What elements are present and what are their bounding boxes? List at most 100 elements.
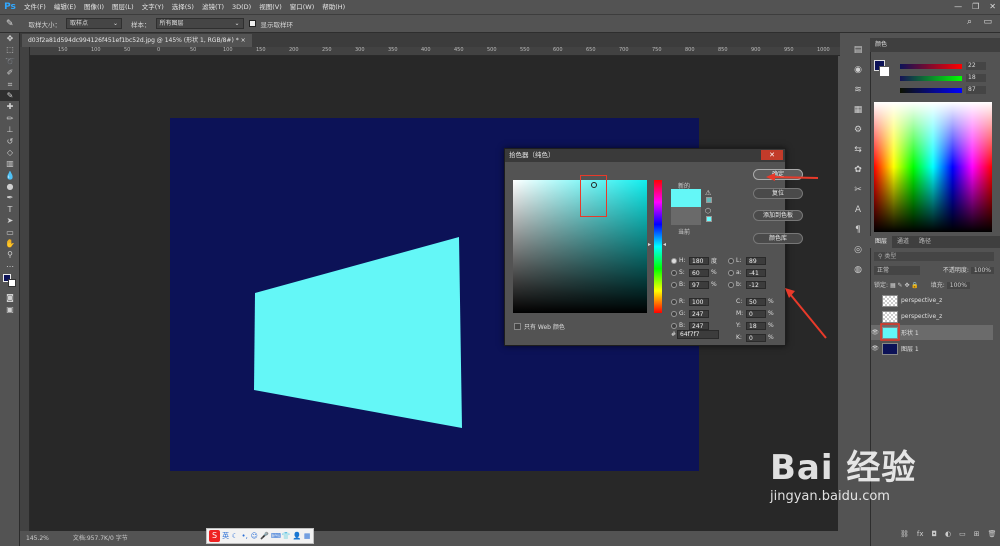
ruler-vertical[interactable] — [20, 47, 30, 532]
field-value[interactable]: 60 — [689, 268, 709, 277]
mic-icon[interactable]: 🎤 — [260, 532, 269, 540]
radio-button[interactable] — [671, 269, 677, 276]
styles-icon[interactable]: ⚙ — [848, 120, 868, 140]
swatches-icon[interactable]: ▦ — [848, 100, 868, 120]
field-value[interactable]: 247 — [689, 321, 709, 330]
layer-row[interactable]: perspective_z — [871, 293, 993, 308]
web-only-checkbox[interactable] — [514, 323, 521, 330]
timeline-icon[interactable]: ◍ — [848, 260, 868, 280]
document-tab[interactable]: d03f2a81d594dc994126f451ef1bc52d.jpg @ 1… — [22, 34, 252, 47]
adjustment-icon[interactable]: ◐ — [945, 530, 951, 538]
lock-icons[interactable]: ▦ ✎ ✥ 🔒 — [890, 282, 919, 289]
clone-source-icon[interactable]: ✂ — [848, 180, 868, 200]
marquee-tool-icon[interactable]: ⬚ — [0, 44, 20, 55]
blend-mode-select[interactable]: 正常 — [874, 266, 920, 275]
blue-slider[interactable] — [900, 88, 962, 93]
new-layer-icon[interactable]: ⊞ — [974, 530, 980, 538]
color-panel-tab[interactable]: 颜色 — [875, 38, 887, 52]
new-color-swatch[interactable] — [671, 189, 701, 207]
radio-button[interactable] — [671, 281, 677, 288]
sogou-logo-icon[interactable]: S — [209, 530, 221, 542]
brush-tool-icon[interactable]: ✏ — [0, 113, 20, 124]
eraser-tool-icon[interactable]: ◇ — [0, 147, 20, 158]
menu-item[interactable]: 文件(F) — [20, 0, 50, 14]
menu-item[interactable]: 图像(I) — [80, 0, 108, 14]
crop-tool-icon[interactable]: ⌗ — [0, 79, 20, 90]
blur-tool-icon[interactable]: 💧 — [0, 170, 20, 181]
punct-icon[interactable]: •, — [241, 532, 249, 540]
folder-icon[interactable]: ▭ — [959, 530, 966, 538]
hue-arrow-right-icon[interactable]: ◂ — [663, 241, 666, 248]
close-icon[interactable]: × — [241, 37, 246, 44]
path-select-icon[interactable]: ➤ — [0, 215, 20, 226]
menu-item[interactable]: 帮助(H) — [318, 0, 349, 14]
quick-mask-icon[interactable]: ◙ — [0, 292, 20, 303]
panel-background-swatch[interactable] — [879, 66, 890, 77]
show-ring-checkbox[interactable] — [248, 20, 256, 27]
3d-icon[interactable]: ◎ — [848, 240, 868, 260]
maximize-button[interactable]: ❐ — [972, 0, 979, 14]
field-value[interactable]: 247 — [689, 309, 709, 318]
tab-channels[interactable]: 通道 — [892, 236, 914, 248]
workspace-icon[interactable]: ▭ — [983, 17, 992, 27]
menu-item[interactable]: 选择(S) — [168, 0, 198, 14]
user-icon[interactable]: 👤 — [293, 532, 302, 540]
search-icon[interactable]: ⌕ — [967, 17, 972, 27]
sample-size-select[interactable]: 取样点 ⌄ — [66, 18, 123, 29]
tab-layers[interactable]: 图层 — [870, 236, 893, 248]
healing-brush-icon[interactable]: ✚ — [0, 101, 20, 112]
eyedropper-tool-icon[interactable]: ✎ — [0, 89, 20, 102]
gamut-swatch[interactable] — [706, 197, 712, 203]
emoji-icon[interactable]: ☺ — [250, 532, 258, 540]
visibility-eye-icon[interactable]: 👁 — [871, 329, 879, 336]
background-color-swatch[interactable] — [8, 279, 16, 288]
paragraph-icon[interactable]: ¶ — [848, 220, 868, 240]
lasso-tool-icon[interactable]: ➰ — [0, 56, 20, 67]
radio-button[interactable] — [671, 310, 677, 317]
menu-item[interactable]: 文字(Y) — [138, 0, 168, 14]
radio-button[interactable] — [728, 257, 734, 264]
layer-row[interactable]: 👁 图层 1 — [871, 341, 993, 356]
dialog-close-button[interactable]: ✕ — [761, 150, 783, 160]
radio-button[interactable] — [671, 257, 677, 264]
field-value[interactable]: 100 — [689, 297, 709, 306]
green-value[interactable]: 18 — [966, 74, 986, 82]
history-panel-icon[interactable]: ▤ — [848, 40, 868, 60]
gamut-warning-icon[interactable]: ⚠ — [705, 189, 711, 197]
quick-select-tool-icon[interactable]: ✐ — [0, 67, 20, 78]
hue-slider[interactable] — [654, 180, 662, 313]
color-spectrum[interactable] — [874, 102, 992, 232]
move-tool-icon[interactable]: ✥ — [0, 33, 20, 44]
layer-filter[interactable]: ⚲ 类型 — [874, 252, 994, 261]
fill-value[interactable]: 100% — [946, 282, 970, 289]
radio-button[interactable] — [671, 298, 677, 305]
mask-icon[interactable]: ◘ — [932, 530, 938, 538]
gradient-tool-icon[interactable]: ▥ — [0, 158, 20, 169]
shape-tool-icon[interactable]: ▭ — [0, 227, 20, 238]
menu-item[interactable]: 3D(D) — [228, 0, 255, 14]
minimize-button[interactable]: — — [954, 0, 962, 14]
menu-item[interactable]: 滤镜(T) — [198, 0, 228, 14]
trash-icon[interactable]: 🗑 — [988, 530, 997, 538]
opacity-value[interactable]: 100% — [970, 267, 994, 274]
more-tools-icon[interactable]: ⋯ — [0, 261, 20, 272]
properties-icon[interactable]: ◉ — [848, 60, 868, 80]
keyboard-icon[interactable]: ⌨ — [271, 532, 281, 540]
menu-item[interactable]: 编辑(E) — [50, 0, 80, 14]
sample-select[interactable]: 所有图层 ⌄ — [155, 18, 244, 29]
character-icon[interactable]: A — [848, 200, 868, 220]
zoom-level[interactable]: 145.2% — [26, 535, 49, 542]
radio-button[interactable] — [728, 269, 734, 276]
swap-colors-icon[interactable] — [0, 272, 20, 292]
history-brush-icon[interactable]: ↺ — [0, 136, 20, 147]
type-tool-icon[interactable]: T — [0, 204, 20, 215]
eyedropper-icon[interactable]: ✎ — [6, 19, 14, 29]
hand-tool-icon[interactable]: ✋ — [0, 238, 20, 249]
hex-input[interactable]: 64f7f7 — [677, 330, 719, 339]
document-info[interactable]: 文档:957.7K/0 字节 — [73, 535, 128, 542]
shirt-icon[interactable]: 👕 — [282, 532, 291, 540]
radio-button[interactable] — [671, 322, 677, 329]
actions-icon[interactable]: ⇆ — [848, 140, 868, 160]
red-value[interactable]: 22 — [966, 62, 986, 70]
hue-arrow-left-icon[interactable]: ▸ — [648, 241, 651, 248]
